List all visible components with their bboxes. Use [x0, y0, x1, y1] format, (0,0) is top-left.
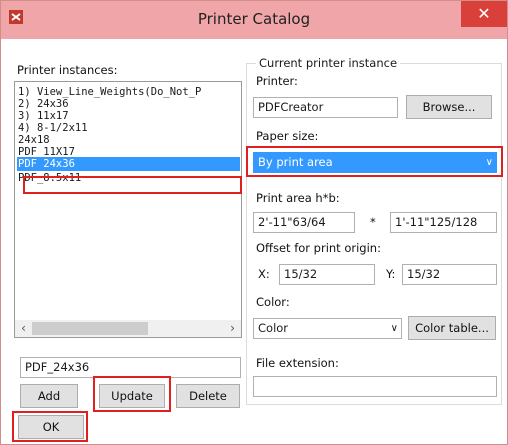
color-value: Color — [258, 321, 289, 335]
offset-y-field[interactable]: 15/32 — [402, 264, 497, 285]
scroll-left-icon[interactable]: ‹ — [15, 320, 32, 337]
color-select[interactable]: Color ∨ — [253, 318, 402, 339]
file-extension-field[interactable] — [253, 376, 497, 397]
paper-size-highlight — [246, 146, 503, 177]
printer-field[interactable]: PDFCreator — [253, 97, 398, 118]
offset-y-label: Y: — [386, 267, 396, 281]
ok-highlight — [12, 411, 88, 442]
print-area-h-field[interactable]: 2'-11"63/64 — [253, 212, 355, 233]
selected-item-highlight — [23, 176, 242, 194]
scrollbar-thumb[interactable] — [32, 322, 148, 335]
close-icon: ✕ — [477, 4, 491, 23]
printer-instances-label: Printer instances: — [17, 63, 118, 77]
instance-name-input[interactable]: PDF_24x36 — [20, 357, 241, 378]
color-label: Color: — [256, 295, 290, 309]
window-title: Printer Catalog — [197, 10, 311, 28]
horizontal-scrollbar[interactable]: ‹ › — [15, 320, 241, 337]
add-button[interactable]: Add — [20, 384, 78, 408]
file-extension-label: File extension: — [256, 356, 339, 370]
list-item-selected[interactable]: PDF 24x36 — [17, 157, 240, 171]
update-highlight — [93, 376, 171, 412]
current-instance-label: Current printer instance — [256, 56, 401, 70]
delete-button[interactable]: Delete — [176, 384, 240, 408]
scroll-right-icon[interactable]: › — [224, 320, 241, 337]
paper-size-label: Paper size: — [256, 129, 319, 143]
print-area-b-field[interactable]: 1'-11"125/128 — [390, 212, 497, 233]
offset-x-label: X: — [258, 267, 270, 281]
close-button[interactable]: ✕ — [461, 1, 507, 27]
chevron-down-icon: ∨ — [390, 323, 398, 334]
printer-catalog-dialog: Printer Catalog ✕ Printer instances: 1) … — [0, 0, 508, 445]
print-area-separator: * — [370, 215, 376, 229]
title-bar: Printer Catalog ✕ — [1, 1, 507, 39]
offset-label: Offset for print origin: — [256, 241, 381, 255]
print-area-label: Print area h*b: — [256, 191, 340, 205]
browse-button[interactable]: Browse... — [406, 95, 492, 119]
offset-x-field[interactable]: 15/32 — [279, 264, 375, 285]
printer-instances-list[interactable]: 1) View_Line_Weights(Do_Not_P 2) 24x36 3… — [14, 81, 242, 338]
printer-label: Printer: — [256, 74, 298, 88]
color-table-button[interactable]: Color table... — [408, 316, 496, 340]
